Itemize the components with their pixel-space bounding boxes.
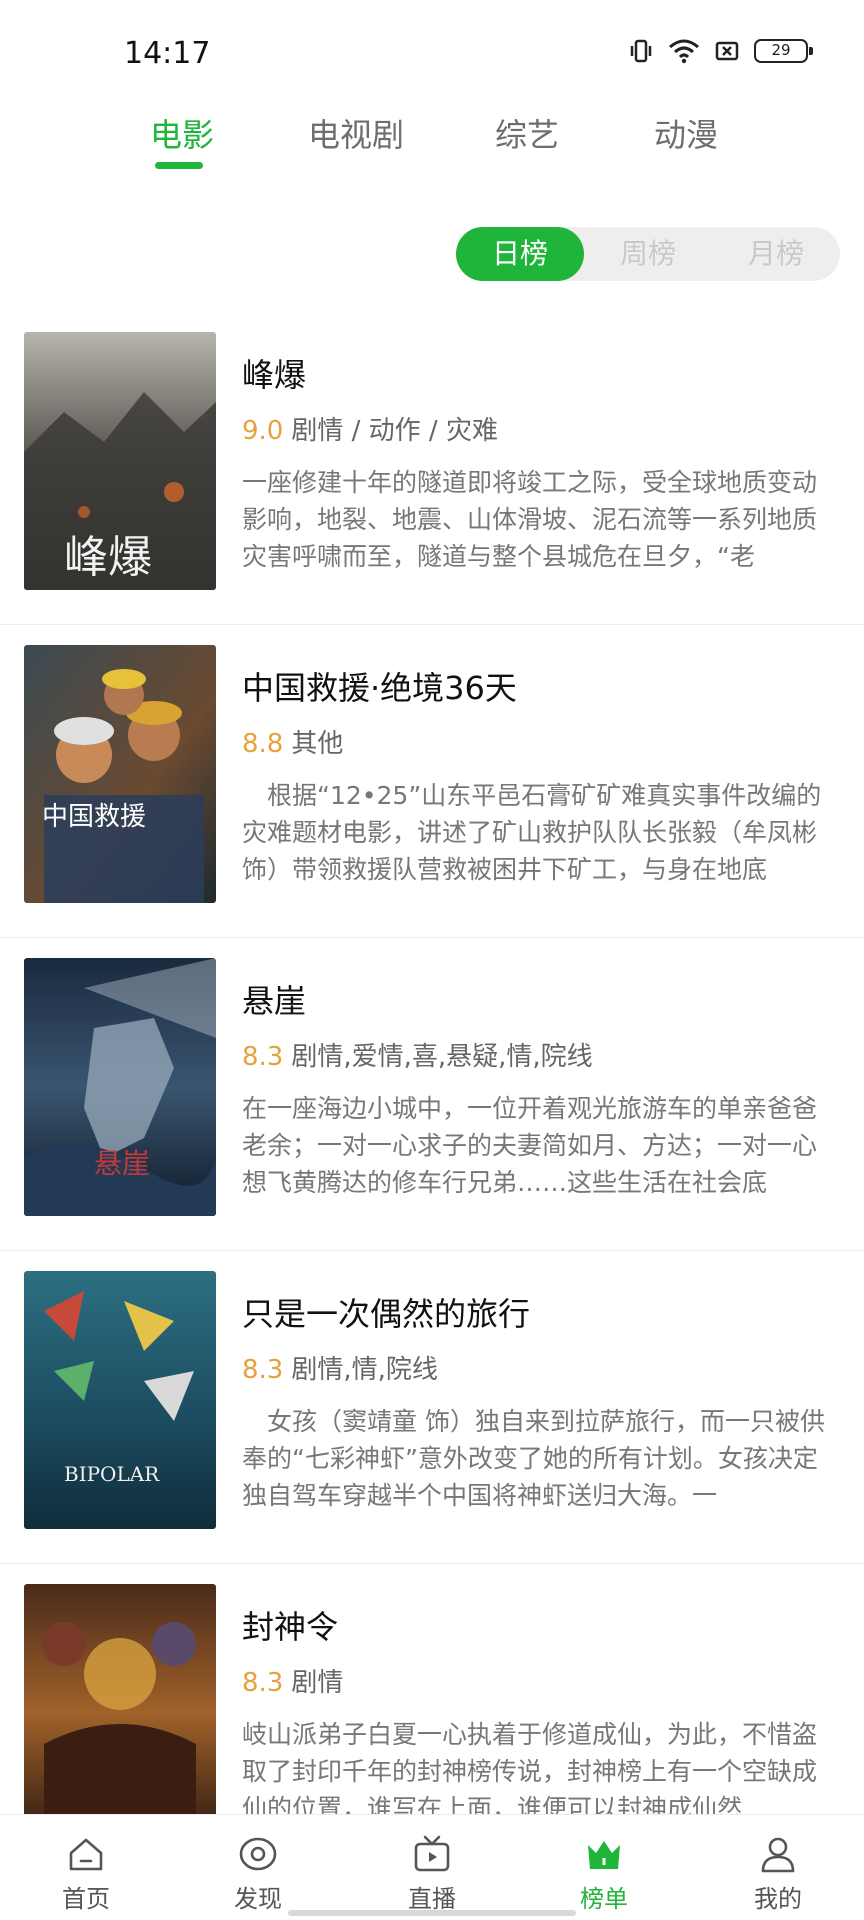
movie-poster[interactable]: 中国救援 xyxy=(24,645,216,903)
movie-description: 一座修建十年的隧道即将竣工之际，受全球地质变动影响，地裂、地震、山体滑坡、泥石流… xyxy=(242,468,818,571)
movie-poster[interactable] xyxy=(24,1584,216,1842)
movie-title[interactable]: 峰爆 xyxy=(242,350,306,396)
movie-score: 8.3 xyxy=(242,1042,284,1072)
nav-home[interactable]: 首页 xyxy=(26,1833,146,1914)
movie-title[interactable]: 中国救援·绝境36天 xyxy=(242,663,517,709)
nav-ranking-label: 榜单 xyxy=(580,1885,628,1913)
status-time: 14:17 xyxy=(124,36,211,71)
wifi-icon xyxy=(669,39,699,64)
movie-item[interactable]: 峰爆 峰爆 9.0 剧情 / 动作 / 灾难 一座修建十年的隧道即将竣工之际，受全… xyxy=(0,312,864,625)
movie-genre: 剧情,爱情,喜,悬疑,情,院线 xyxy=(291,1042,593,1072)
movie-genre: 其他 xyxy=(291,729,344,759)
monthly-ranking-button[interactable]: 月榜 xyxy=(712,227,840,281)
movie-poster[interactable]: 峰爆 xyxy=(24,332,216,590)
ranking-period-toggle: 日榜 周榜 月榜 xyxy=(456,227,840,281)
movie-score: 8.8 xyxy=(242,729,284,759)
movie-description: 根据“12•25”山东平邑石膏矿矿难真实事件改编的灾难题材电影，讲述了矿山救护队… xyxy=(242,781,822,884)
movie-genre: 剧情,情,院线 xyxy=(291,1355,438,1385)
tab-tv[interactable]: 电视剧 xyxy=(308,110,404,156)
daily-ranking-button[interactable]: 日榜 xyxy=(456,227,584,281)
status-bar: 14:17 29 xyxy=(0,0,864,100)
battery-icon: 29 xyxy=(754,39,813,63)
movie-title[interactable]: 封神令 xyxy=(242,1602,338,1648)
eye-icon xyxy=(239,1837,277,1871)
movie-meta: 9.0 剧情 / 动作 / 灾难 xyxy=(242,410,498,447)
movie-meta: 8.3 剧情 xyxy=(242,1662,343,1699)
nav-profile-label: 我的 xyxy=(754,1885,802,1913)
movie-score: 8.3 xyxy=(242,1668,284,1698)
nav-discover[interactable]: 发现 xyxy=(198,1833,318,1914)
status-icons: 29 xyxy=(628,38,813,64)
movie-description: 岐山派弟子白夏一心执着于修道成仙，为此，不惜盗取了封印千年的封神榜传说，封神榜上… xyxy=(242,1720,818,1823)
tv-icon xyxy=(414,1835,450,1872)
tab-movie[interactable]: 电影 xyxy=(150,110,214,156)
nav-live-label: 直播 xyxy=(408,1885,456,1913)
movie-score: 9.0 xyxy=(242,416,284,446)
movie-title[interactable]: 悬崖 xyxy=(242,976,306,1022)
svg-text:悬崖: 悬崖 xyxy=(94,1147,150,1180)
home-indicator[interactable] xyxy=(288,1910,576,1916)
weekly-ranking-button[interactable]: 周榜 xyxy=(584,227,712,281)
movie-genre: 剧情 xyxy=(291,1668,344,1698)
vibrate-icon xyxy=(630,39,652,63)
movie-title[interactable]: 只是一次偶然的旅行 xyxy=(242,1289,530,1335)
movie-list: 峰爆 峰爆 9.0 剧情 / 动作 / 灾难 一座修建十年的隧道即将竣工之际，受全… xyxy=(0,312,864,1877)
bottom-nav: 首页 发现 直播 榜单 我的 xyxy=(0,1814,864,1920)
category-tabs: 电影 电视剧 综艺 动漫 xyxy=(0,110,864,180)
movie-item[interactable]: 悬崖 悬崖 8.3 剧情,爱情,喜,悬疑,情,院线 在一座海边小城中，一位开着观光… xyxy=(0,938,864,1251)
tab-anime[interactable]: 动漫 xyxy=(654,110,718,156)
nav-home-label: 首页 xyxy=(62,1885,110,1913)
nav-live[interactable]: 直播 xyxy=(372,1833,492,1914)
movie-genre: 剧情 / 动作 / 灾难 xyxy=(291,416,498,446)
tab-variety[interactable]: 综艺 xyxy=(495,110,559,156)
user-icon xyxy=(761,1837,795,1873)
movie-meta: 8.8 其他 xyxy=(242,723,343,760)
movie-poster[interactable]: 悬崖 xyxy=(24,958,216,1216)
movie-score: 8.3 xyxy=(242,1355,284,1385)
svg-text:中国救援: 中国救援 xyxy=(42,802,146,832)
nav-discover-label: 发现 xyxy=(234,1885,282,1913)
svg-text:BIPOLAR: BIPOLAR xyxy=(64,1462,160,1486)
movie-poster[interactable]: BIPOLAR xyxy=(24,1271,216,1529)
home-icon xyxy=(69,1838,103,1871)
active-tab-indicator xyxy=(155,162,203,169)
movie-description: 在一座海边小城中，一位开着观光旅游车的单亲爸爸老余；一对一心求子的夫妻简如月、方… xyxy=(242,1094,818,1197)
nav-profile[interactable]: 我的 xyxy=(718,1833,838,1914)
sim-off-icon xyxy=(715,41,739,61)
movie-item[interactable]: BIPOLAR 只是一次偶然的旅行 8.3 剧情,情,院线 女孩（窦靖童 饰）独自… xyxy=(0,1251,864,1564)
movie-meta: 8.3 剧情,爱情,喜,悬疑,情,院线 xyxy=(242,1036,593,1073)
nav-ranking[interactable]: 榜单 xyxy=(544,1833,664,1914)
movie-item[interactable]: 中国救援 中国救援·绝境36天 8.8 其他 根据“12•25”山东平邑石膏矿矿难… xyxy=(0,625,864,938)
crown-icon xyxy=(588,1841,620,1869)
movie-description: 女孩（窦靖童 饰）独自来到拉萨旅行，而一只被供奉的“七彩神虾”意外改变了她的所有… xyxy=(242,1407,825,1510)
movie-meta: 8.3 剧情,情,院线 xyxy=(242,1349,438,1386)
svg-text:峰爆: 峰爆 xyxy=(64,532,152,583)
